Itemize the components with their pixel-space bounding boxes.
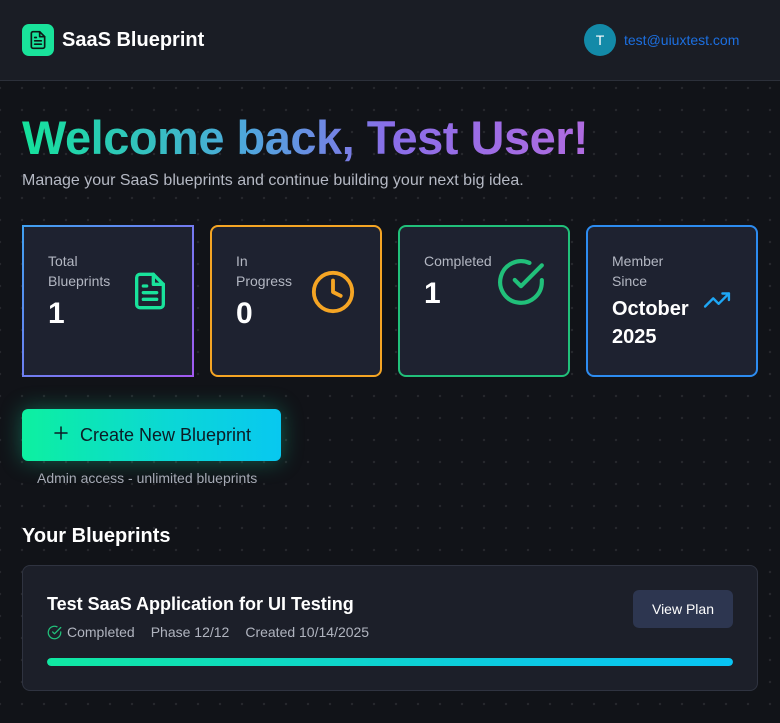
phase-label: Phase 12/12 (150, 624, 230, 640)
trending-up-icon (700, 287, 734, 318)
blueprint-card[interactable]: Test SaaS Application for UI Testing Com… (22, 565, 758, 691)
progress-fill (47, 658, 733, 666)
document-icon (130, 271, 170, 316)
created-date: Created 10/14/2025 (245, 624, 370, 640)
welcome-heading: Welcome back, Test User! (22, 111, 589, 164)
avatar[interactable]: T (584, 24, 616, 56)
stat-value: 0 (236, 297, 253, 330)
stat-label: Total Blueprints (48, 253, 111, 289)
user-email-link[interactable]: test@uiuxtest.com (624, 32, 739, 48)
status-label: Completed (67, 624, 135, 640)
status-badge: Completed (47, 624, 135, 640)
create-button-label: Create New Blueprint (79, 424, 252, 445)
stat-card-completed: Completed 1 (398, 225, 570, 377)
check-circle-icon (47, 625, 62, 640)
blueprint-meta: Completed Phase 12/12 Created 10/14/2025 (47, 624, 369, 640)
stat-value: 1 (424, 277, 441, 310)
stat-value: October 2025 (612, 298, 689, 348)
check-circle-icon (496, 257, 546, 312)
top-header: SaaS Blueprint T test@uiuxtest.com (0, 0, 780, 81)
stat-label: In Progress (236, 253, 293, 289)
admin-access-note: Admin access - unlimited blueprints (37, 470, 258, 486)
create-new-blueprint-button[interactable]: Create New Blueprint (22, 409, 281, 461)
clock-icon (310, 269, 356, 320)
stat-label: Member Since (612, 253, 664, 289)
welcome-subtitle: Manage your SaaS blueprints and continue… (22, 172, 524, 189)
stat-card-total-blueprints: Total Blueprints 1 (22, 225, 194, 377)
blueprint-title: Test SaaS Application for UI Testing (47, 594, 354, 614)
progress-bar (47, 658, 733, 666)
blueprints-section-title: Your Blueprints (22, 525, 171, 547)
plus-icon (52, 424, 70, 447)
view-plan-button[interactable]: View Plan (633, 590, 733, 628)
app-title[interactable]: SaaS Blueprint (62, 29, 204, 52)
stat-card-member-since: Member Since October 2025 (586, 225, 758, 377)
stat-value: 1 (48, 297, 65, 330)
stat-label: Completed (424, 253, 492, 269)
stat-card-in-progress: In Progress 0 (210, 225, 382, 377)
logo-icon[interactable] (22, 24, 54, 56)
